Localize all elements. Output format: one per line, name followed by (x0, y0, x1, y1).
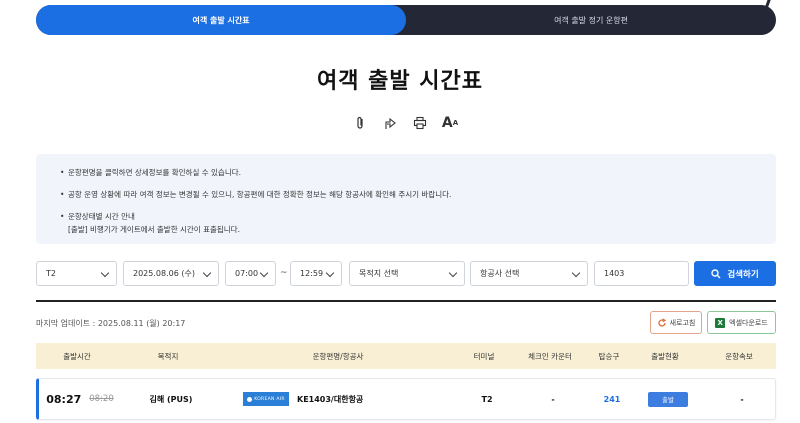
actual-time: 08:27 (46, 392, 82, 406)
tab-departure-schedule[interactable]: 여객 출발 시간표 (36, 5, 406, 35)
table-row[interactable]: 08:27 08:20 김해 (PUS) KOREAN AIR KE1403/대… (36, 378, 776, 420)
top-band: 여객 출발 시간표 여객 출발 정기 운항편 (0, 0, 800, 40)
destination-select[interactable]: 목적지 선택 (349, 261, 465, 286)
cell-status: 출발 (631, 379, 705, 419)
airline-select[interactable]: 항공사 선택 (470, 261, 588, 286)
section-divider (36, 300, 776, 302)
font-size-small-label: A (452, 119, 459, 127)
search-button[interactable]: 검색하기 (694, 261, 776, 286)
page-title: 여객 출발 시간표 (317, 69, 483, 94)
font-size-big-label: A (441, 115, 453, 131)
refresh-icon (658, 317, 666, 327)
destination-placeholder: 목적지 선택 (359, 269, 399, 278)
cell-terminal: T2 (481, 394, 493, 404)
date-value: 2025.08.06 (수) (133, 269, 195, 278)
chevron-down-icon (100, 268, 110, 278)
search-icon (711, 268, 721, 278)
cell-checkin: - (551, 394, 555, 404)
cell-time: 08:27 08:20 (39, 379, 121, 419)
airline-placeholder: 항공사 선택 (480, 269, 520, 278)
paperclip-icon[interactable] (352, 115, 368, 131)
filter-bar: T2 2025.08.06 (수) 07:00 ~ 12:59 목적지 선택 항… (36, 261, 776, 286)
time-to-value: 12:59 (300, 269, 324, 278)
excel-download-button[interactable]: X 엑셀다운로드 (707, 311, 776, 334)
cell-gate: 241 (603, 394, 621, 404)
notice-item-status: 운항상태별 시간 안내 [출발] 비행기가 게이트에서 출발한 시간이 표출됩니… (60, 210, 752, 236)
airline-logo-text: KOREAN AIR (254, 396, 285, 402)
header-destination: 목적지 (157, 351, 179, 361)
chevron-down-icon (259, 268, 269, 278)
header-news: 운항속보 (725, 351, 753, 361)
notice-item: 공항 운영 상황에 따라 여객 정보는 변경될 수 있으니, 항공편에 대한 정… (60, 188, 752, 201)
status-badge: 출발 (648, 391, 688, 407)
notice-box: 운항편명을 클릭하면 상세정보를 확인하실 수 있습니다. 공항 운영 상황에 … (36, 154, 776, 244)
header-flight-airline: 운항편명/항공사 (312, 351, 364, 361)
tab-bar: 여객 출발 시간표 여객 출발 정기 운항편 (36, 5, 776, 35)
time-from-value: 07:00 (235, 269, 259, 278)
refresh-button[interactable]: 새로고침 (650, 311, 702, 334)
search-button-label: 검색하기 (727, 269, 759, 280)
cell-news: - (740, 394, 744, 404)
chevron-down-icon (202, 268, 212, 278)
header-terminal: 터미널 (473, 351, 495, 361)
table-header: 출발시간 목적지 운항편명/항공사 터미널 체크인 카운터 탑승구 출발현황 운… (36, 343, 776, 369)
cell-flight[interactable]: KOREAN AIR KE1403/대한항공 (221, 379, 461, 419)
time-from-select[interactable]: 07:00 (225, 261, 276, 286)
last-updated: 마지막 업데이트 : 2025.08.11 (월) 20:17 (36, 319, 186, 328)
print-icon[interactable] (412, 115, 428, 131)
notice-item: 운항편명을 클릭하면 상세정보를 확인하실 수 있습니다. (60, 166, 752, 179)
time-to-select[interactable]: 12:59 (290, 261, 342, 286)
header-status: 출발현황 (651, 351, 679, 361)
notice-status-title: 운항상태별 시간 안내 (68, 212, 135, 221)
time-range-separator: ~ (280, 268, 288, 278)
airline-logo-mark (247, 396, 253, 402)
keyword-input[interactable]: 1403 (594, 261, 689, 286)
share-icon[interactable] (382, 115, 398, 131)
airline-logo: KOREAN AIR (243, 392, 289, 406)
header-gate: 탑승구 (598, 351, 620, 361)
excel-label: 엑셀다운로드 (729, 318, 768, 327)
terminal-value: T2 (46, 269, 56, 278)
cell-destination: 김해 (PUS) (149, 394, 193, 404)
refresh-label: 새로고침 (669, 318, 696, 327)
date-select[interactable]: 2025.08.06 (수) (123, 261, 219, 286)
tab-regular-flights[interactable]: 여객 출발 정기 운항편 (406, 5, 776, 35)
chevron-down-icon (571, 268, 581, 278)
flight-link[interactable]: KE1403/대한항공 (297, 394, 363, 405)
excel-icon: X (715, 317, 726, 328)
notice-status-detail: [출발] 비행기가 게이트에서 출발한 시간이 표출됩니다. (68, 225, 240, 234)
scheduled-time: 08:20 (89, 394, 114, 404)
terminal-select[interactable]: T2 (36, 261, 117, 286)
utility-toolbar: AA (352, 114, 462, 132)
chevron-down-icon (325, 268, 335, 278)
font-size-icon[interactable]: AA (442, 115, 458, 131)
chevron-down-icon (448, 268, 458, 278)
header-checkin: 체크인 카운터 (528, 351, 572, 361)
header-departure-time: 출발시간 (63, 351, 91, 361)
